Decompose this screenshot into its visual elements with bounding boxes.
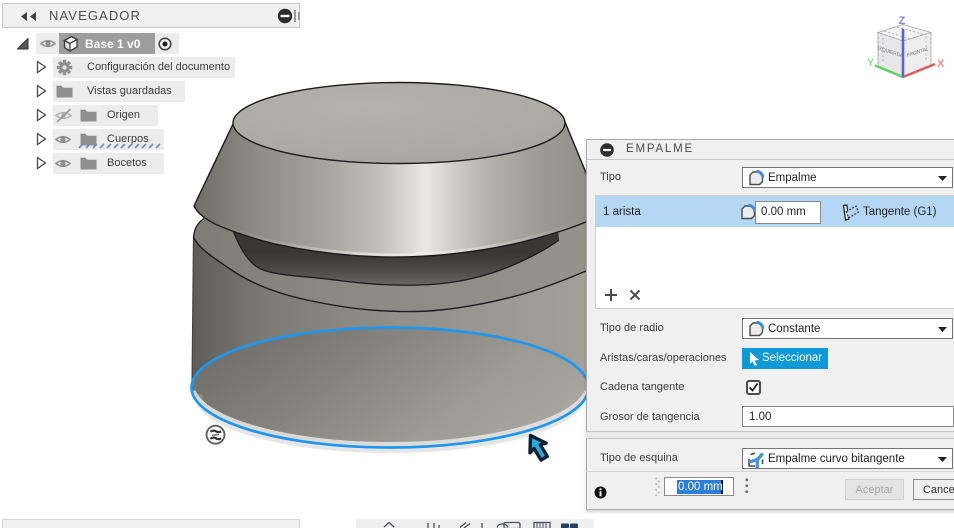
svg-text:Y: Y — [867, 57, 875, 69]
svg-text:Z: Z — [899, 15, 906, 27]
svg-text:X: X — [937, 58, 945, 70]
